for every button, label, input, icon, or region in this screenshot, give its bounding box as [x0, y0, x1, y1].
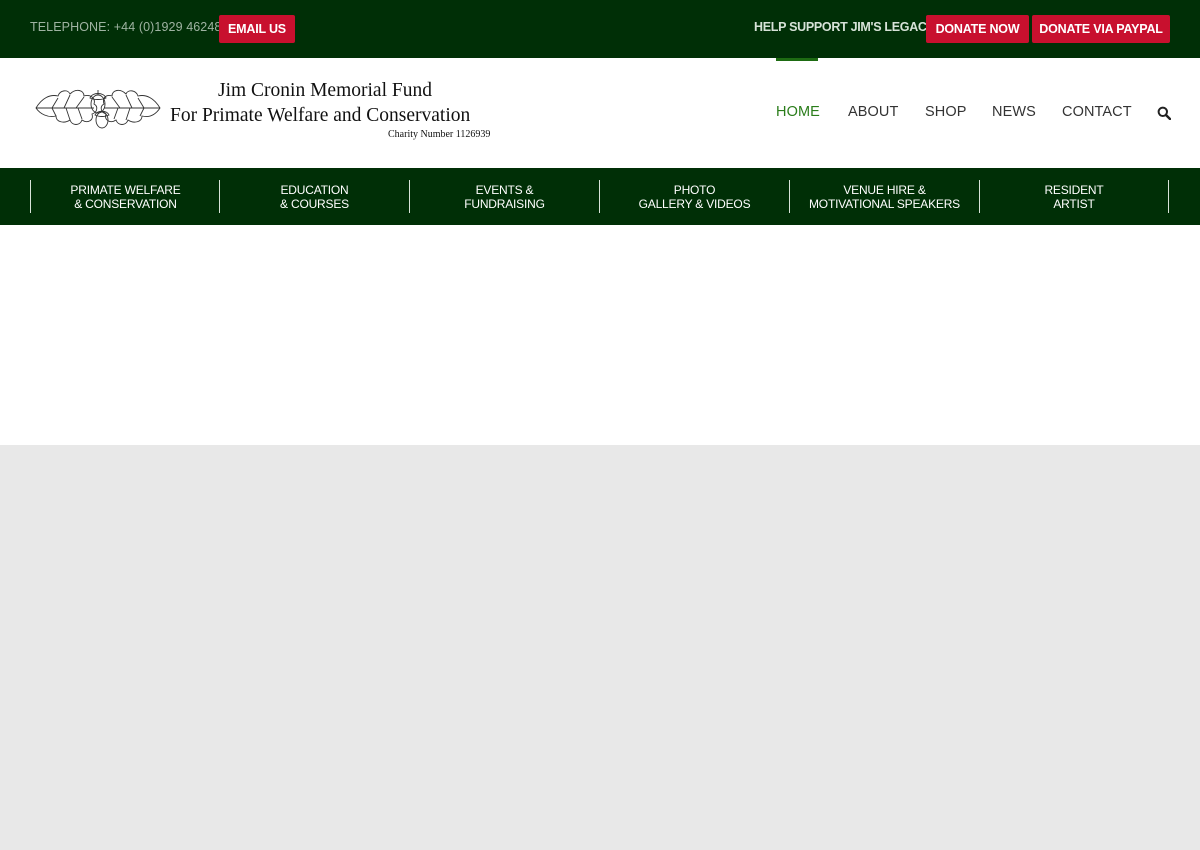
site-logo[interactable]: Jim Cronin Memorial Fund For Primate Wel…: [32, 78, 502, 146]
support-text: HELP SUPPORT JIM'S LEGACY: [754, 20, 935, 34]
subnav-label-line1: RESIDENT: [1044, 182, 1104, 197]
telephone-text: TELEPHONE: +44 (0)1929 462487: [30, 20, 229, 34]
charity-number: Charity Number 1126939: [388, 129, 491, 140]
nav-shop[interactable]: SHOP: [925, 104, 967, 120]
active-nav-indicator: [776, 58, 818, 61]
nav-news[interactable]: NEWS: [992, 104, 1036, 120]
subnav-events[interactable]: EVENTS & FUNDRAISING: [409, 180, 599, 213]
subnav-label-line2: & CONSERVATION: [74, 196, 177, 211]
subnav-label-line2: MOTIVATIONAL SPEAKERS: [809, 196, 960, 211]
oak-leaf-acorn-logo: [35, 89, 161, 129]
subnav-venue-hire[interactable]: VENUE HIRE & MOTIVATIONAL SPEAKERS: [789, 180, 979, 213]
subnav-label-line1: EDUCATION: [280, 182, 349, 197]
subnav-education[interactable]: EDUCATION & COURSES: [219, 180, 409, 213]
donate-now-button[interactable]: DONATE NOW: [926, 15, 1029, 43]
donate-paypal-button[interactable]: DONATE VIA PAYPAL: [1032, 15, 1170, 43]
nav-home[interactable]: HOME: [776, 104, 820, 120]
subnav-label-line2: ARTIST: [1053, 196, 1095, 211]
subnav-photo-gallery[interactable]: PHOTO GALLERY & VIDEOS: [599, 180, 789, 213]
hero-area: [0, 225, 1200, 445]
site-header: Jim Cronin Memorial Fund For Primate Wel…: [0, 58, 1200, 168]
page-body-area: [0, 445, 1200, 850]
top-bar: TELEPHONE: +44 (0)1929 462487 EMAIL US H…: [0, 0, 1200, 58]
logo-title: Jim Cronin Memorial Fund: [218, 80, 432, 101]
subnav-label-line1: VENUE HIRE &: [843, 182, 926, 197]
subnav-label-line1: PHOTO: [673, 182, 716, 197]
subnav-label-line1: EVENTS &: [475, 182, 534, 197]
secondary-nav: PRIMATE WELFARE & CONSERVATION EDUCATION &…: [0, 168, 1200, 225]
email-us-button[interactable]: EMAIL US: [219, 15, 295, 43]
logo-subtitle: For Primate Welfare and Conservation: [170, 105, 471, 126]
subnav-resident-artist[interactable]: RESIDENT ARTIST: [979, 180, 1169, 213]
subnav-primate-welfare[interactable]: PRIMATE WELFARE & CONSERVATION: [30, 180, 220, 213]
subnav-label-line2: & COURSES: [280, 196, 349, 211]
subnav-label-line2: GALLERY & VIDEOS: [638, 196, 751, 211]
subnav-label-line2: FUNDRAISING: [464, 196, 545, 211]
nav-about[interactable]: ABOUT: [848, 104, 898, 120]
subnav-label-line1: PRIMATE WELFARE: [70, 182, 181, 197]
search-icon[interactable]: [1157, 106, 1171, 120]
nav-contact[interactable]: CONTACT: [1062, 104, 1132, 120]
